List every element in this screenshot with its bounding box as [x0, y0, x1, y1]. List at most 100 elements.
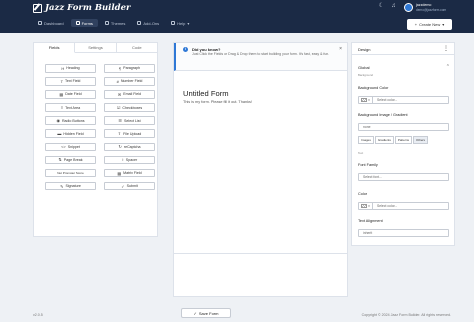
- transparent-swatch-icon: [361, 98, 368, 102]
- nav-dashboard[interactable]: Dashboard: [33, 19, 69, 27]
- tip-notice: i Did you know? Just Click the Fields or…: [174, 43, 347, 71]
- bg-type-selector: Images Gradients Patterns Others: [358, 136, 429, 144]
- moon-icon[interactable]: ☾: [378, 3, 385, 10]
- app-logo[interactable]: Jazz Form Builder: [33, 3, 130, 13]
- tab-code[interactable]: Code: [117, 43, 157, 52]
- field-button-checkboxes[interactable]: ☑ Checkboxes: [104, 103, 155, 112]
- font-family-label: Font Family: [358, 163, 378, 167]
- checkbox-icon: ☑: [116, 105, 121, 111]
- app-name: Jazz Form Builder: [45, 3, 131, 13]
- chevron-down-icon: ▾: [442, 22, 445, 27]
- text-color-picker[interactable]: ▾ Select color...: [358, 202, 449, 210]
- user-name: jazzdemo: [416, 3, 432, 7]
- radio-icon: ◉: [56, 118, 60, 124]
- home-icon: [38, 21, 42, 25]
- list-icon: ☰: [118, 118, 122, 124]
- bg-type-patterns[interactable]: Patterns: [394, 136, 413, 144]
- tab-fields[interactable]: Fields: [34, 43, 76, 53]
- nav-addons[interactable]: Add-Ons: [132, 19, 164, 27]
- plus-icon: +: [414, 22, 418, 27]
- close-icon[interactable]: ×: [339, 46, 342, 52]
- bg-color-label: Background Color: [358, 86, 389, 90]
- tab-settings[interactable]: Settings: [75, 43, 117, 52]
- text-alignment-select[interactable]: inherit: [358, 229, 449, 237]
- bg-type-others[interactable]: Others: [413, 136, 429, 144]
- forms-icon: [75, 21, 80, 25]
- info-icon: i: [183, 47, 188, 52]
- field-button-recaptcha[interactable]: ↻ reCaptcha: [104, 142, 155, 152]
- pen-icon: ✎: [60, 183, 64, 189]
- field-button-submit[interactable]: ✓ Submit: [104, 181, 155, 191]
- field-button-radio-buttons[interactable]: ◉ Radio Buttons: [45, 116, 96, 125]
- panel-tabs: Fields Settings Code: [34, 43, 157, 53]
- envelope-icon: ✉: [117, 91, 122, 97]
- check-icon: ✓: [121, 183, 125, 189]
- font-family-select[interactable]: Select font...: [358, 173, 449, 181]
- field-button-file-upload[interactable]: ⇪ File Upload: [104, 129, 155, 138]
- form-canvas-panel: i Did you know? Just Click the Fields or…: [173, 42, 348, 297]
- text-subheading: Text: [358, 151, 364, 155]
- textarea-icon: ≡: [60, 105, 64, 111]
- page-break-icon: ⇅: [58, 157, 62, 163]
- bg-image-input[interactable]: none: [358, 123, 449, 131]
- avatar[interactable]: [404, 3, 413, 12]
- refresh-icon: ↻: [118, 144, 122, 150]
- bg-type-gradients[interactable]: Gradients: [374, 136, 394, 144]
- field-button-number-field[interactable]: # Number Field: [104, 77, 155, 86]
- field-buttons-grid: H Heading ¶ Paragraph T Text Field # Number …: [45, 64, 155, 191]
- hidden-icon: ▬: [57, 131, 62, 137]
- bell-icon[interactable]: ♫: [390, 3, 397, 10]
- background-subheading: Background: [358, 73, 373, 77]
- global-section-toggle[interactable]: Global ⌃: [358, 64, 450, 70]
- top-header: Jazz Form Builder Dashboard Forms Themes…: [0, 0, 474, 33]
- help-icon: [171, 21, 176, 25]
- field-button-select-list[interactable]: ☰ Select List: [104, 116, 155, 125]
- field-button-signature[interactable]: ✎ Signature: [45, 181, 96, 191]
- notice-text: Just Click the Fields or Drag & Drop the…: [192, 52, 330, 56]
- bg-image-label: Background Image / Gradient: [358, 113, 408, 117]
- field-button-text-field[interactable]: T Text Field: [45, 77, 96, 86]
- create-new-button[interactable]: + Create New ▾: [407, 19, 452, 30]
- form-title[interactable]: Untitled Form: [183, 89, 229, 98]
- field-button-text-area[interactable]: ≡ Text Area: [45, 103, 96, 112]
- themes-icon: [104, 21, 109, 25]
- spacer-icon: ↕: [121, 157, 124, 163]
- number-icon: #: [116, 78, 119, 84]
- field-button-snippet[interactable]: <> Snippet: [45, 142, 96, 152]
- save-form-button[interactable]: ✓ Save Form: [181, 308, 231, 318]
- copyright-text: Copyright © 2024 Jazz Form Builder. All …: [361, 313, 451, 317]
- field-button-date-field[interactable]: ▦ Date Field: [45, 90, 96, 99]
- field-button-heading[interactable]: H Heading: [45, 64, 96, 73]
- matrix-icon: ▦: [117, 170, 122, 176]
- field-button-email-field[interactable]: ✉ Email Field: [104, 90, 155, 99]
- chevron-down-icon: ▾: [368, 98, 370, 102]
- field-button-net-promoter-score[interactable]: Net Promoter Score: [45, 168, 96, 178]
- code-icon: <>: [61, 144, 66, 150]
- version-label: v2.0.5: [33, 313, 43, 317]
- paragraph-icon: ¶: [119, 65, 122, 71]
- field-button-hidden-field[interactable]: ▬ Hidden Field: [45, 129, 96, 138]
- nav-help[interactable]: Help ▾: [166, 19, 194, 27]
- field-button-matrix-field[interactable]: ▦ Matrix Field: [104, 168, 155, 178]
- nav-themes[interactable]: Themes: [100, 19, 130, 27]
- text-icon: T: [60, 78, 64, 84]
- addons-icon: [137, 21, 142, 25]
- bg-color-picker[interactable]: ▾ Select color...: [358, 96, 449, 104]
- bg-type-images[interactable]: Images: [358, 136, 374, 144]
- nav-forms[interactable]: Forms: [70, 19, 98, 27]
- user-email: demo@jazzform.com: [416, 8, 447, 12]
- form-description[interactable]: This is my form. Please fill it out. Tha…: [183, 100, 252, 104]
- calendar-icon: ▦: [59, 91, 64, 97]
- chevron-up-icon: ⌃: [445, 64, 450, 70]
- field-button-spacer[interactable]: ↕ Spacer: [104, 155, 155, 165]
- more-options-icon[interactable]: ⋮: [443, 45, 449, 52]
- field-button-paragraph[interactable]: ¶ Paragraph: [104, 64, 155, 73]
- field-button-page-break[interactable]: ⇅ Page Break: [45, 155, 96, 165]
- upload-icon: ⇪: [117, 131, 122, 137]
- color-swatch[interactable]: ▾: [359, 97, 373, 103]
- text-alignment-label: Text Alignment: [358, 219, 383, 223]
- color-label: Color: [358, 192, 368, 196]
- transparent-swatch-icon: [361, 204, 368, 208]
- check-icon: ✓: [193, 310, 197, 316]
- color-swatch[interactable]: ▾: [359, 203, 373, 209]
